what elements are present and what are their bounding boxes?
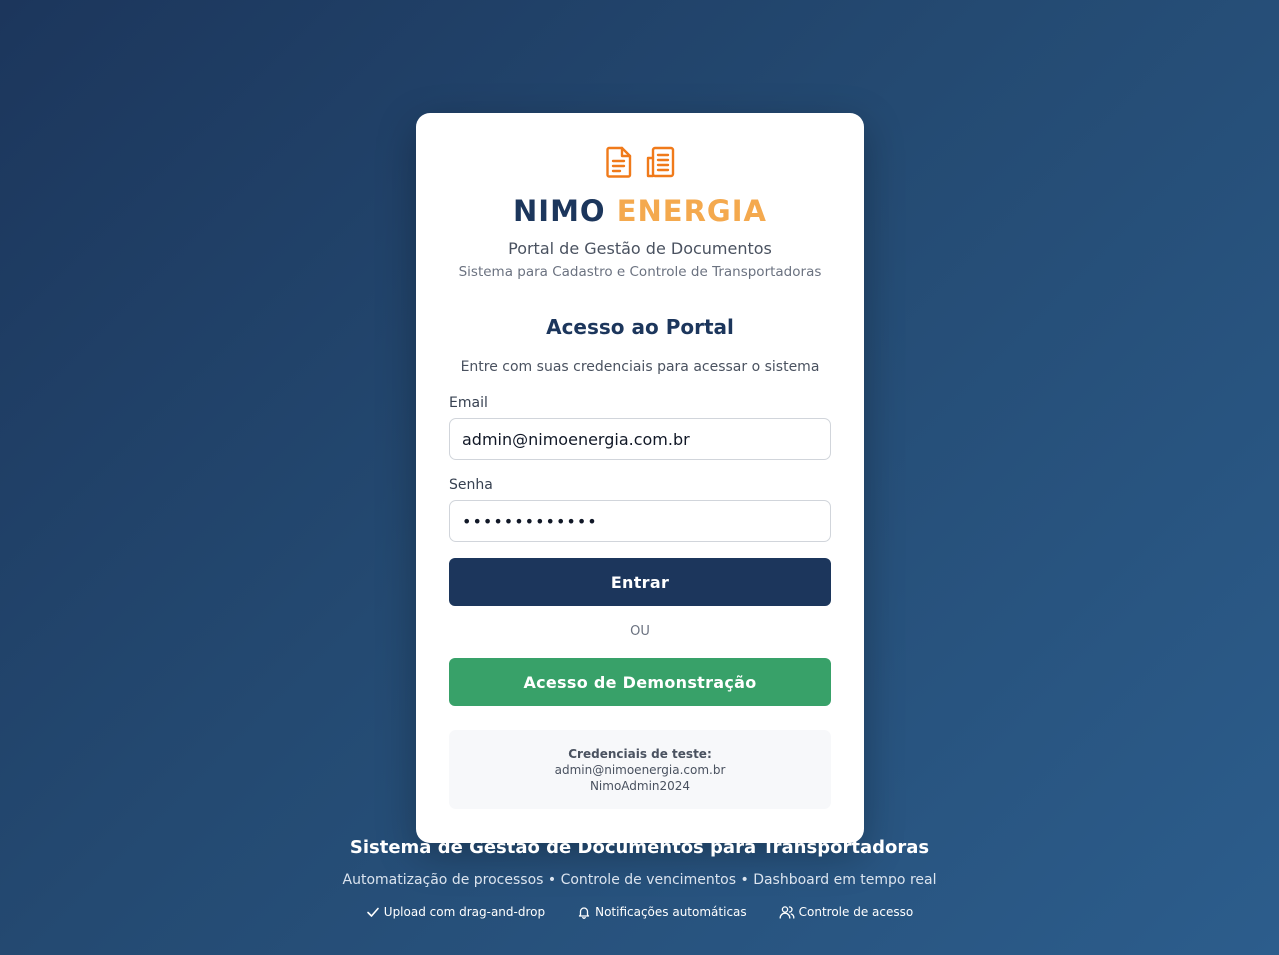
password-field[interactable] bbox=[449, 500, 831, 542]
email-field[interactable] bbox=[449, 418, 831, 460]
footer-subtitle: Automatização de processos • Controle de… bbox=[342, 872, 937, 888]
document-icon bbox=[605, 146, 635, 178]
test-credentials-box: Credenciais de teste: admin@nimoenergia.… bbox=[449, 730, 831, 809]
users-icon bbox=[779, 906, 795, 919]
brand-name-part1: NIMO bbox=[513, 194, 606, 228]
test-credentials-email: admin@nimoenergia.com.br bbox=[554, 763, 726, 777]
demo-access-button[interactable]: Acesso de Demonstração bbox=[449, 658, 831, 706]
feature-label: Notificações automáticas bbox=[595, 905, 747, 919]
feature-label: Controle de acesso bbox=[798, 905, 914, 919]
login-card: NIMO ENERGIA Portal de Gestão de Documen… bbox=[416, 113, 864, 843]
brand-name: NIMO ENERGIA bbox=[416, 191, 864, 231]
test-credentials-title: Credenciais de teste: bbox=[568, 747, 712, 761]
login-title: Acesso ao Portal bbox=[546, 315, 734, 339]
feature-label: Upload com drag-and-drop bbox=[383, 905, 546, 919]
check-icon bbox=[366, 907, 379, 917]
brand-name-part2: ENERGIA bbox=[616, 194, 767, 228]
portal-tagline: Sistema para Cadastro e Controle de Tran… bbox=[458, 264, 822, 280]
feature-item: Upload com drag-and-drop bbox=[366, 905, 545, 919]
feature-item: Notificações automáticas bbox=[577, 905, 747, 919]
footer-title: Sistema de Gestão de Documentos para Tra… bbox=[349, 837, 930, 858]
features-list: Upload com drag-and-drop Notificações au… bbox=[0, 905, 1279, 919]
login-button[interactable]: Entrar bbox=[449, 558, 831, 606]
email-label: Email bbox=[449, 395, 488, 411]
bell-icon bbox=[578, 907, 590, 919]
feature-item: Controle de acesso bbox=[779, 905, 914, 919]
building-icon bbox=[645, 146, 675, 178]
login-description: Entre com suas credenciais para acessar … bbox=[460, 359, 820, 375]
or-divider: OU bbox=[630, 624, 650, 639]
logo-icons bbox=[416, 146, 864, 178]
password-label: Senha bbox=[449, 477, 493, 493]
test-credentials-password: NimoAdmin2024 bbox=[589, 779, 691, 793]
portal-subtitle: Portal de Gestão de Documentos bbox=[508, 239, 772, 258]
